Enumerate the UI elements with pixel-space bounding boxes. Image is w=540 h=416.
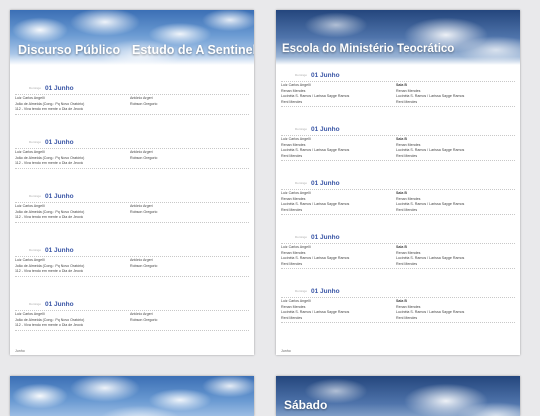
assignment-pair: Lucinéia S. Ramos / Larissa Sayge Ramos <box>281 94 350 99</box>
assignment-name: Luiz Carlos Angelli <box>281 245 311 249</box>
assignment-name: Renan Mendes <box>281 142 306 147</box>
assignment-name: Reni Mendes <box>281 261 303 266</box>
assignment-name: Renan Mendes <box>396 250 421 255</box>
congregation: João de Almeida (Cong.: Pq Novo Oratório… <box>15 317 85 322</box>
page-3-preview <box>10 376 254 416</box>
assignment-name: Reni Mendes <box>396 261 418 266</box>
assignment-name: Luiz Carlos Angelli <box>281 299 311 303</box>
assignment-name: Renan Mendes <box>396 304 421 309</box>
assignment-name: Luiz Carlos Angelli <box>281 191 311 195</box>
assignment-pair: Lucinéia S. Ramos / Larissa Sayge Ramos <box>396 202 465 207</box>
section-date: Domingo 01 Junho <box>29 193 74 200</box>
assignment-pair: Lucinéia S. Ramos / Larissa Sayge Ramos <box>281 202 350 207</box>
section-date: Domingo 01 Junho <box>29 85 74 92</box>
assignment-name: Renan Mendes <box>396 142 421 147</box>
school-section: Domingo 01 Junho Luiz Carlos Angelli Sala … <box>281 234 515 270</box>
room-label: Sala B <box>396 299 407 303</box>
header-sabado: Sábado <box>284 398 328 412</box>
school-section: Domingo 01 Junho Luiz Carlos Angelli Sala … <box>281 126 515 162</box>
assignment-name: Renan Mendes <box>281 250 306 255</box>
assignment-pair: Lucinéia S. Ramos / Larissa Sayge Ramos <box>396 94 465 99</box>
talk-theme: 112 - Viva tendo em mente o Dia de Jeová <box>15 107 83 112</box>
sky-banner <box>276 10 520 65</box>
assignment-name: Luiz Carlos Angelli <box>281 83 311 87</box>
header-discurso-publico: Discurso Público <box>18 43 121 57</box>
section-date: Domingo 01 Junho <box>295 180 340 187</box>
header-estudo-sentinela: Estudo de A Sentinela <box>132 43 254 57</box>
conductor-name: Robson Gregorio <box>130 155 158 160</box>
speaker-name: Luiz Carlos Angelli <box>15 204 45 208</box>
section-date: Domingo 01 Junho <box>295 126 340 133</box>
assignment-name: Reni Mendes <box>281 153 303 158</box>
section-date: Domingo 01 Junho <box>295 234 340 241</box>
congregation: João de Almeida (Cong.: Pq Novo Oratório… <box>15 101 85 106</box>
assignment-pair: Lucinéia S. Ramos / Larissa Sayge Ramos <box>281 256 350 261</box>
assignment-pair: Lucinéia S. Ramos / Larissa Sayge Ramos <box>281 310 350 315</box>
talk-theme: 112 - Viva tendo em mente o Dia de Jeová <box>15 269 83 274</box>
assignment-name: Reni Mendes <box>281 99 303 104</box>
room-label: Sala B <box>396 191 407 195</box>
page-escola-ministerio: Escola do Ministério Teocrático Domingo 0… <box>276 10 520 355</box>
congregation: João de Almeida (Cong.: Pq Novo Oratório… <box>15 155 85 160</box>
assignment-name: Renan Mendes <box>281 196 306 201</box>
schedule-section: Domingo 01 Junho Luiz Carlos Angelli Antôn… <box>15 139 249 169</box>
room-label: Sala B <box>396 137 407 141</box>
assignment-name: Reni Mendes <box>396 315 418 320</box>
section-date: Domingo 01 Junho <box>295 288 340 295</box>
assignment-name: Reni Mendes <box>396 153 418 158</box>
sky-banner <box>10 376 254 416</box>
schedule-section: Domingo 01 Junho Luiz Carlos Angelli Antôn… <box>15 193 249 223</box>
school-section: Domingo 01 Junho Luiz Carlos Angelli Sala … <box>281 288 515 324</box>
conductor-name: Robson Gregorio <box>130 101 158 106</box>
school-section: Domingo 01 Junho Luiz Carlos Angelli Sala … <box>281 72 515 108</box>
assignment-name: Reni Mendes <box>281 315 303 320</box>
schedule-section: Domingo 01 Junho Luiz Carlos Angelli Antôn… <box>15 301 249 331</box>
reader-name: Antônio Argeri <box>130 96 153 100</box>
assignment-name: Renan Mendes <box>396 88 421 93</box>
assignment-name: Reni Mendes <box>396 207 418 212</box>
room-label: Sala B <box>396 83 407 87</box>
section-date: Domingo 01 Junho <box>29 247 74 254</box>
header-escola-ministerio: Escola do Ministério Teocrático <box>282 43 455 55</box>
speaker-name: Luiz Carlos Angelli <box>15 258 45 262</box>
page-discurso-publico: Discurso Público Estudo de A Sentinela D… <box>10 10 254 355</box>
congregation: João de Almeida (Cong.: Pq Novo Oratório… <box>15 209 85 214</box>
speaker-name: Luiz Carlos Angelli <box>15 312 45 316</box>
schedule-section: Domingo 01 Junho Luiz Carlos Angelli Antôn… <box>15 247 249 277</box>
assignment-name: Renan Mendes <box>281 88 306 93</box>
assignment-pair: Lucinéia S. Ramos / Larissa Sayge Ramos <box>396 148 465 153</box>
assignment-pair: Lucinéia S. Ramos / Larissa Sayge Ramos <box>396 256 465 261</box>
congregation: João de Almeida (Cong.: Pq Novo Oratório… <box>15 263 85 268</box>
page-4-preview: Sábado <box>276 376 520 416</box>
assignment-name: Luiz Carlos Angelli <box>281 137 311 141</box>
talk-theme: 112 - Viva tendo em mente o Dia de Jeová <box>15 323 83 328</box>
schedule-section: Domingo 01 Junho Luiz Carlos Angelli Antôn… <box>15 85 249 115</box>
conductor-name: Robson Gregorio <box>130 209 158 214</box>
reader-name: Antônio Argeri <box>130 258 153 262</box>
talk-theme: 112 - Viva tendo em mente o Dia de Jeová <box>15 161 83 166</box>
section-date: Domingo 01 Junho <box>29 139 74 146</box>
room-label: Sala B <box>396 245 407 249</box>
speaker-name: Luiz Carlos Angelli <box>15 96 45 100</box>
reader-name: Antônio Argeri <box>130 312 153 316</box>
conductor-name: Robson Gregorio <box>130 263 158 268</box>
assignment-name: Reni Mendes <box>396 99 418 104</box>
conductor-name: Robson Gregorio <box>130 317 158 322</box>
assignment-name: Renan Mendes <box>396 196 421 201</box>
speaker-name: Luiz Carlos Angelli <box>15 150 45 154</box>
reader-name: Antônio Argeri <box>130 204 153 208</box>
section-date: Domingo 01 Junho <box>295 72 340 79</box>
assignment-pair: Lucinéia S. Ramos / Larissa Sayge Ramos <box>396 310 465 315</box>
page-footer: Junho <box>15 349 25 353</box>
reader-name: Antônio Argeri <box>130 150 153 154</box>
page-footer: Junho <box>281 349 291 353</box>
section-date: Domingo 01 Junho <box>29 301 74 308</box>
school-section: Domingo 01 Junho Luiz Carlos Angelli Sala … <box>281 180 515 216</box>
assignment-pair: Lucinéia S. Ramos / Larissa Sayge Ramos <box>281 148 350 153</box>
talk-theme: 112 - Viva tendo em mente o Dia de Jeová <box>15 215 83 220</box>
assignment-name: Reni Mendes <box>281 207 303 212</box>
assignment-name: Renan Mendes <box>281 304 306 309</box>
